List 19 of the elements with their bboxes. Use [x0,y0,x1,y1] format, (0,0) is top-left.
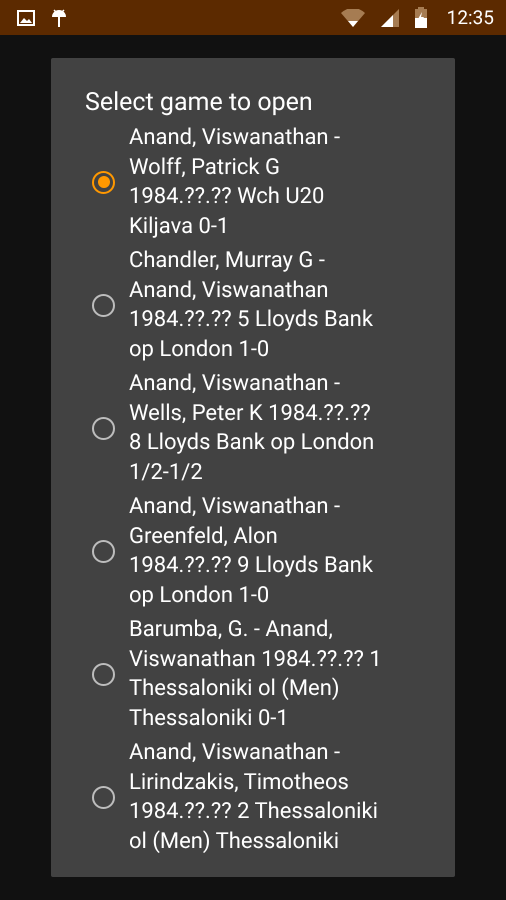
radio-button[interactable] [92,294,115,316]
battery-icon [414,7,427,28]
android-icon [51,6,67,28]
game-option-label[interactable]: Barumba, G. - Anand, Viswanathan 1984.??.?? 1 Thessaloniki ol (Men) Thessaloniki 0-1 [129,615,382,733]
radio-button[interactable] [92,170,115,194]
picture-icon [17,10,35,26]
radio-button[interactable] [92,662,115,686]
game-option-label[interactable]: Chandler, Murray G - Anand, Viswanathan 1984.??.?? 5 Lloyds Bank op London 1-0 [129,246,373,364]
radio-button[interactable] [92,416,115,440]
signal-icon [380,8,399,26]
game-option-label[interactable]: Anand, Viswanathan - Wells, Peter K 1984.??.?? 8 Lloyds Bank op London 1/2-1/2 [129,369,374,487]
wifi-icon [340,8,365,26]
radio-button[interactable] [92,540,115,562]
radio-button[interactable] [92,786,115,808]
dialog-title: Select game to open [84,88,314,117]
game-option-label[interactable]: Anand, Viswanathan - Lirindzakis, Timotheos 1984.??.?? 2 Thessaloniki ol (Men) Thessaloniki [129,738,378,856]
game-option-label[interactable]: Anand, Viswanathan - Wolff, Patrick G 1984.??.?? Wch U20 Kiljava 0-1 [129,123,340,241]
clock-time: 12:35 [446,6,494,29]
game-option-label[interactable]: Anand, Viswanathan - Greenfeld, Alon 1984.??.?? 9 Lloyds Bank op London 1-0 [129,492,373,610]
